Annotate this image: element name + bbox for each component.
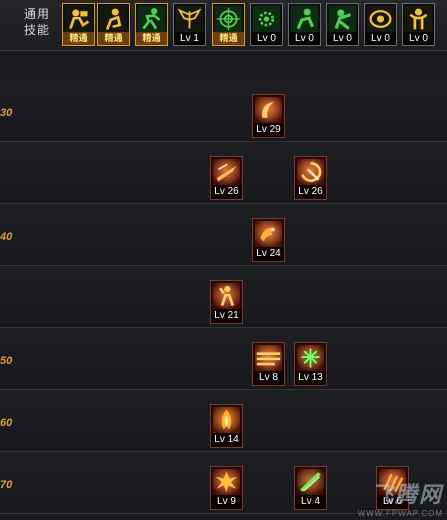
- skill-slot[interactable]: Lv 9: [210, 466, 243, 510]
- general-skill-level-label: 精通: [136, 32, 167, 45]
- general-skill-4[interactable]: Lv 1: [173, 3, 206, 46]
- skill-level-label: Lv 4: [295, 495, 326, 509]
- tier-level-label: 50: [0, 355, 13, 367]
- watermark-url: WWW.FPWAP.COM: [357, 509, 443, 518]
- strongman-figure-icon: [405, 6, 432, 32]
- fire-wave-icon: [255, 345, 282, 371]
- general-skill-7[interactable]: Lv 0: [288, 3, 321, 46]
- general-skill-2[interactable]: 精通: [97, 3, 130, 46]
- general-skills-bar: 通用 技能 精通 精通 精通 Lv 1 精通 Lv 0 Lv 0 Lv 0 Lv 0 Lv 0: [0, 0, 447, 51]
- general-skill-10[interactable]: Lv 0: [402, 3, 435, 46]
- skill-slot[interactable]: Lv 24: [252, 218, 285, 262]
- skill-level-label: Lv 26: [211, 185, 242, 199]
- crouch-figure-icon: [100, 6, 127, 32]
- general-skill-level-label: Lv 0: [365, 32, 396, 45]
- skill-tier-row: 40 Lv 24: [0, 204, 447, 266]
- skill-level-label: Lv 21: [211, 309, 242, 323]
- general-skill-level-label: Lv 0: [403, 32, 434, 45]
- tier-level-label: 40: [0, 231, 13, 243]
- skill-level-label: Lv 29: [253, 123, 284, 137]
- general-skill-level-label: 精通: [213, 32, 244, 45]
- warrior-figure-icon: [213, 283, 240, 309]
- skill-tier-row: 60 Lv 14: [0, 390, 447, 452]
- running-figure-icon: [138, 6, 165, 32]
- general-skills-label-line1: 通用: [23, 7, 50, 21]
- general-skill-6[interactable]: Lv 0: [250, 3, 283, 46]
- general-skills-label-line2: 技能: [23, 23, 50, 37]
- skill-slot[interactable]: Lv 29: [252, 94, 285, 138]
- green-slash-icon: [297, 469, 324, 495]
- tier-level-label: 70: [0, 479, 13, 491]
- eye-ring-icon: [367, 6, 394, 32]
- skill-level-label: Lv 13: [295, 371, 326, 385]
- target-crosshair-icon: [215, 6, 242, 32]
- skill-slot[interactable]: Lv 14: [210, 404, 243, 448]
- skill-tier-row: Lv 26 Lv 26: [0, 142, 447, 204]
- watermark-logo: 飞腾网: [370, 482, 443, 507]
- skill-slot[interactable]: Lv 26: [294, 156, 327, 200]
- blade-sweep-icon: [213, 159, 240, 185]
- green-kneel-figure-icon: [291, 6, 318, 32]
- reading-figure-icon: [65, 6, 92, 32]
- skill-slot[interactable]: Lv 21: [210, 280, 243, 324]
- winged-emblem-icon: [176, 6, 203, 32]
- general-skill-level-label: 精通: [98, 32, 129, 45]
- explosion-icon: [213, 469, 240, 495]
- skill-level-label: Lv 9: [211, 495, 242, 509]
- skill-tier-row: Lv 21: [0, 266, 447, 328]
- skill-level-label: Lv 24: [253, 247, 284, 261]
- skill-tier-row: 30 Lv 29: [0, 80, 447, 142]
- general-skill-5[interactable]: 精通: [212, 3, 245, 46]
- skill-level-label: Lv 8: [253, 371, 284, 385]
- green-burst-figure-icon: [297, 345, 324, 371]
- green-strike-figure-icon: [329, 6, 356, 32]
- site-watermark: 飞腾网 WWW.FPWAP.COM: [358, 477, 443, 518]
- spiral-axe-icon: [297, 159, 324, 185]
- crescent-slash-icon: [255, 97, 282, 123]
- tier-level-label: 30: [0, 107, 13, 119]
- skill-level-label: Lv 14: [211, 433, 242, 447]
- skill-slot[interactable]: Lv 8: [252, 342, 285, 386]
- skill-slot[interactable]: Lv 4: [294, 466, 327, 510]
- skill-level-label: Lv 26: [295, 185, 326, 199]
- green-gear-icon: [253, 6, 280, 32]
- general-skill-9[interactable]: Lv 0: [364, 3, 397, 46]
- general-skill-8[interactable]: Lv 0: [326, 3, 359, 46]
- flame-dragon-icon: [255, 221, 282, 247]
- general-skill-3[interactable]: 精通: [135, 3, 168, 46]
- skill-slot[interactable]: Lv 26: [210, 156, 243, 200]
- general-skill-level-label: Lv 0: [327, 32, 358, 45]
- rising-flame-icon: [213, 407, 240, 433]
- general-skill-level-label: 精通: [63, 32, 94, 45]
- general-skill-1[interactable]: 精通: [62, 3, 95, 46]
- general-skill-level-label: Lv 0: [251, 32, 282, 45]
- general-skills-label: 通用 技能: [20, 6, 54, 38]
- skill-tier-row: 50 Lv 8 Lv 13: [0, 328, 447, 390]
- tier-level-label: 60: [0, 417, 13, 429]
- general-skill-level-label: Lv 0: [289, 32, 320, 45]
- general-skill-level-label: Lv 1: [174, 32, 205, 45]
- skill-slot[interactable]: Lv 13: [294, 342, 327, 386]
